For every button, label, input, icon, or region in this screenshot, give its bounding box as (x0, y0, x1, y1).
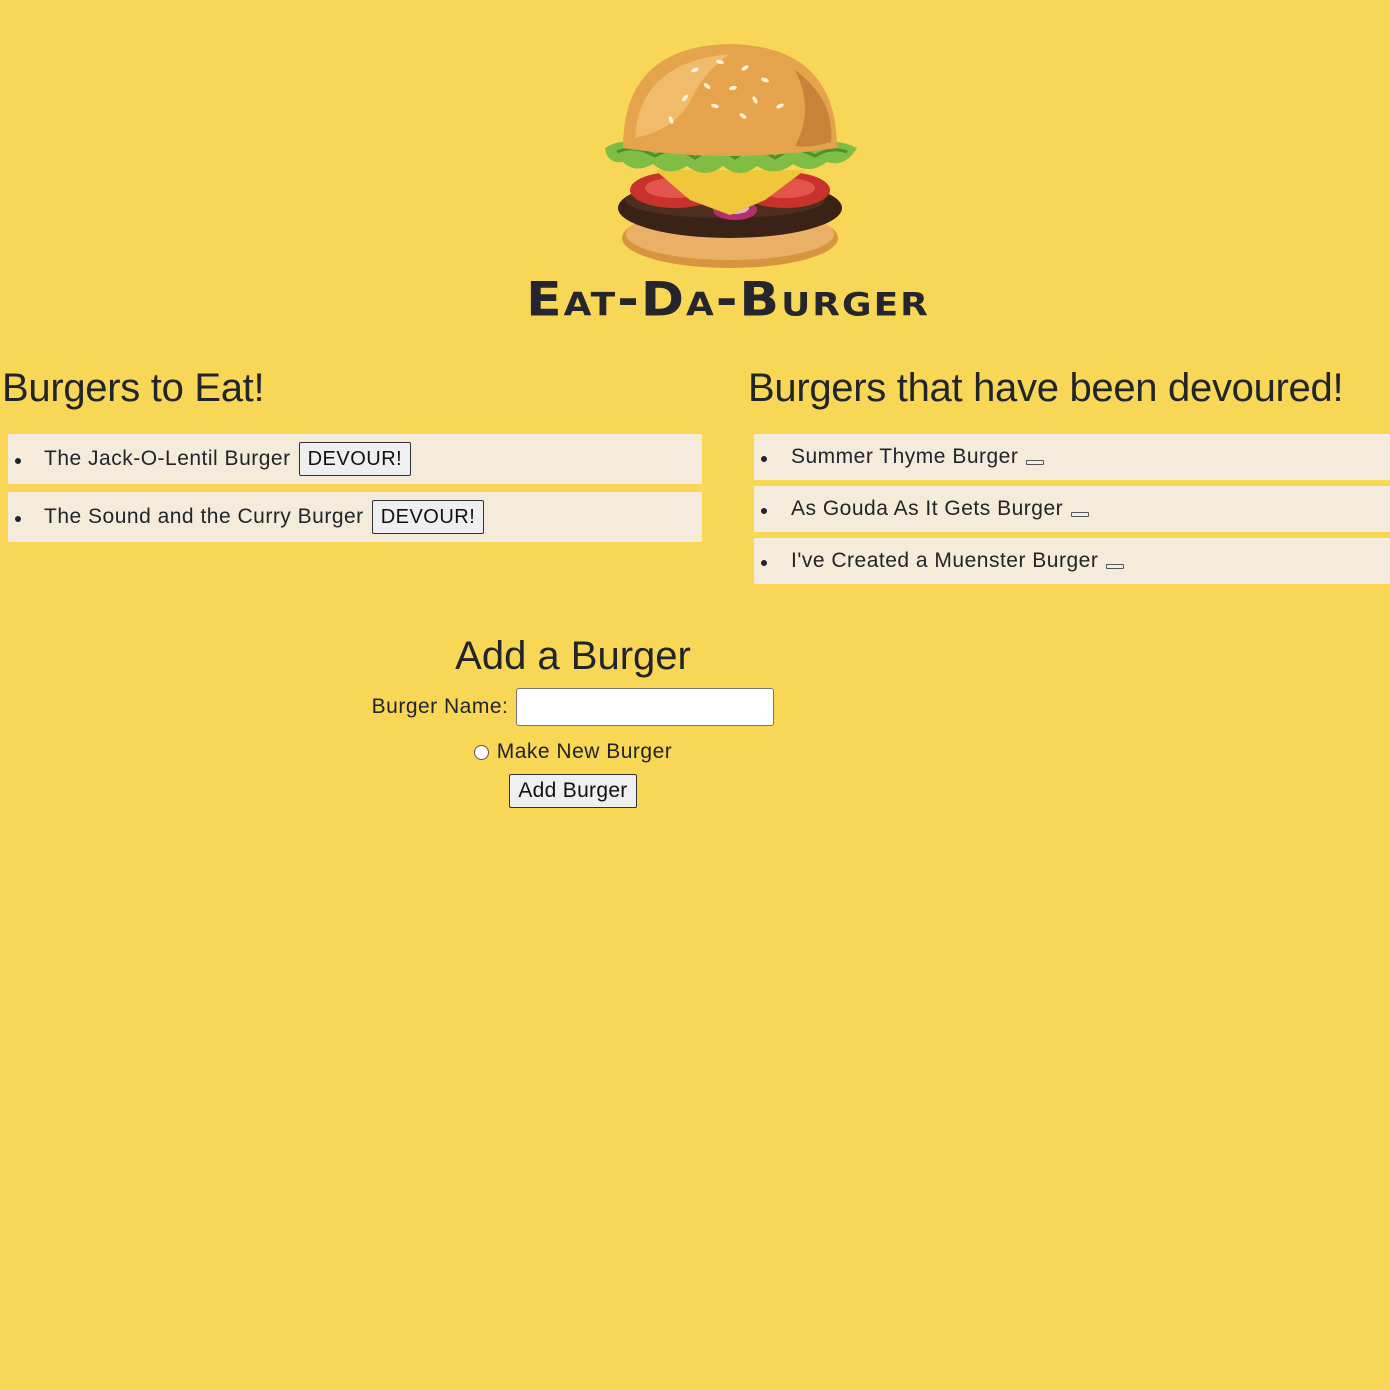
devoured-list: Summer Thyme Burger As Gouda As It Gets … (754, 434, 1390, 584)
devour-button[interactable]: DEVOUR! (298, 442, 412, 476)
burger-name: The Sound and the Curry Burger (44, 505, 364, 528)
add-burger-heading: Add a Burger (455, 634, 691, 678)
list-item: The Jack-O-Lentil Burger DEVOUR! (8, 434, 702, 484)
bullet-icon (761, 560, 767, 566)
burger-logo-icon (605, 44, 857, 268)
burger-name: The Jack-O-Lentil Burger (44, 447, 291, 470)
burger-name-input[interactable] (516, 688, 775, 726)
burger-name-label: Burger Name: (371, 695, 509, 718)
make-new-burger-label: Make New Burger (496, 740, 673, 763)
bullet-icon (15, 458, 21, 464)
burger-name: I've Created a Muenster Burger (791, 549, 1099, 572)
site-title: Eat-Da-Burger (526, 273, 930, 327)
devoured-section: Burgers that have been devoured! Summer … (748, 360, 1390, 590)
burgers-to-eat-section: Burgers to Eat! The Jack-O-Lentil Burger… (0, 360, 702, 550)
list-item: The Sound and the Curry Burger DEVOUR! (8, 492, 702, 542)
list-item: Summer Thyme Burger (754, 434, 1390, 480)
bullet-icon (15, 516, 21, 522)
devoured-heading: Burgers that have been devoured! (748, 366, 1344, 410)
bullet-icon (761, 456, 767, 462)
list-item: I've Created a Muenster Burger (754, 538, 1390, 584)
make-new-burger-row: Make New Burger (300, 740, 846, 764)
devour-button[interactable]: DEVOUR! (371, 500, 485, 534)
empty-button[interactable] (1026, 459, 1045, 465)
burgers-to-eat-list: The Jack-O-Lentil Burger DEVOUR! The Sou… (8, 434, 702, 542)
burgers-to-eat-heading: Burgers to Eat! (2, 366, 265, 410)
empty-button[interactable] (1106, 563, 1125, 569)
empty-button[interactable] (1071, 511, 1090, 517)
make-new-burger-radio[interactable] (473, 744, 489, 760)
list-item: As Gouda As It Gets Burger (754, 486, 1390, 532)
burger-name-row: Burger Name: (300, 688, 846, 726)
burger-name: Summer Thyme Burger (791, 445, 1019, 468)
bullet-icon (761, 508, 767, 514)
burger-name: As Gouda As It Gets Burger (791, 497, 1064, 520)
add-burger-button[interactable]: Add Burger (509, 774, 637, 808)
add-burger-form: Add a Burger Burger Name: Make New Burge… (300, 628, 846, 808)
